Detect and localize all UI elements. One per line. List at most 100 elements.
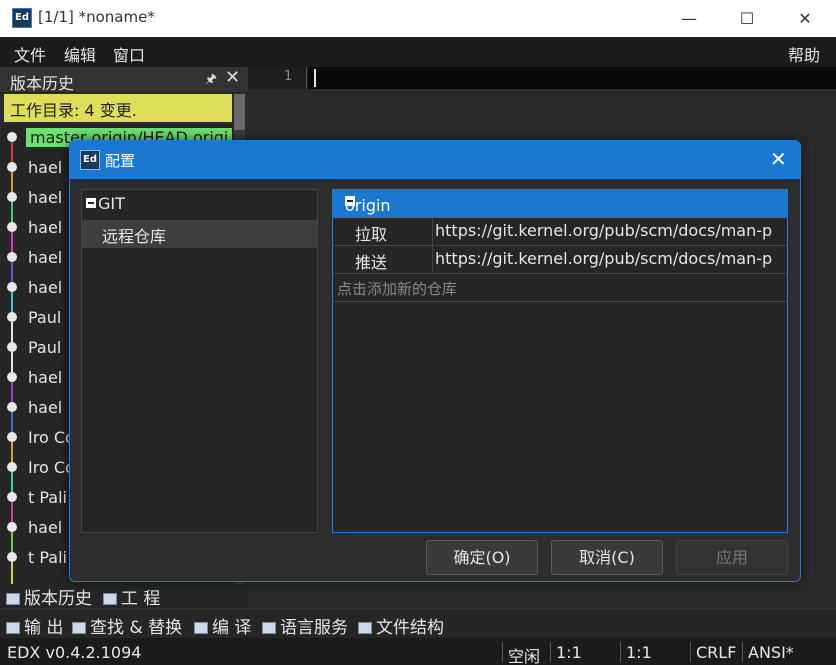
- fetch-url[interactable]: https://git.kernel.org/pub/scm/docs/man-…: [435, 221, 787, 240]
- history-scroll-thumb[interactable]: [234, 94, 245, 130]
- history-tab-icon: [6, 593, 20, 605]
- commit-dot-icon: [7, 372, 17, 382]
- workdir-status[interactable]: 工作目录: 4 变更.: [4, 94, 232, 122]
- commit-author: t Pali: [28, 548, 67, 567]
- status-divider: [742, 642, 743, 662]
- commit-author: hael: [28, 248, 63, 267]
- output-tab-icon: [6, 622, 20, 634]
- tree-node-remote-repos[interactable]: 远程仓库: [82, 220, 317, 248]
- commit-author: Paul: [28, 338, 62, 357]
- line-number: 1: [284, 69, 293, 84]
- pin-icon[interactable]: 🖈: [205, 70, 217, 92]
- fetch-row[interactable]: 拉取 https://git.kernel.org/pub/scm/docs/m…: [333, 218, 787, 246]
- status-divider: [620, 642, 621, 662]
- commit-dot-icon: [7, 492, 17, 502]
- tree-node-remote-label: 远程仓库: [102, 227, 167, 246]
- settings-tree: GIT 远程仓库: [81, 189, 318, 533]
- tab-language-service[interactable]: 语言服务: [262, 613, 348, 638]
- menu-file[interactable]: 文件: [14, 42, 46, 66]
- tree-node-git-label: GIT: [98, 194, 125, 213]
- status-divider: [550, 642, 551, 662]
- side-tabs: 版本历史 工 程: [0, 584, 248, 609]
- current-line[interactable]: [308, 67, 836, 89]
- history-panel-title: 版本历史: [10, 74, 75, 93]
- close-window-button[interactable]: ✕: [776, 0, 834, 37]
- menu-window[interactable]: 窗口: [113, 42, 145, 66]
- tab-compile[interactable]: 编 译: [194, 613, 251, 638]
- commit-dot-icon: [7, 192, 17, 202]
- status-divider: [502, 642, 503, 662]
- add-remote-placeholder[interactable]: 点击添加新的仓库: [337, 278, 457, 299]
- tab-find-replace[interactable]: 查找 & 替换: [72, 613, 182, 638]
- status-divider: [690, 642, 691, 662]
- ok-button[interactable]: 确定(O): [426, 540, 538, 575]
- push-label: 推送: [355, 253, 388, 272]
- tab-project[interactable]: 工 程: [103, 584, 160, 609]
- menu-bar: 文件 编辑 窗口 帮助: [0, 37, 836, 67]
- tab-output[interactable]: 输 出: [6, 613, 63, 638]
- structure-tab-icon: [358, 622, 372, 634]
- tab-language-label: 语言服务: [280, 618, 348, 638]
- commit-dot-icon: [7, 252, 17, 262]
- history-panel-header: 版本历史 🖈 ✕: [0, 67, 248, 93]
- tab-output-label: 输 出: [24, 618, 64, 638]
- cancel-button[interactable]: 取消(C): [551, 540, 663, 575]
- tab-compile-label: 编 译: [212, 618, 252, 638]
- dialog-title: 配置: [105, 152, 136, 170]
- language-tab-icon: [262, 622, 276, 634]
- status-version: EDX v0.4.2.1094: [7, 643, 142, 662]
- status-bar: EDX v0.4.2.1094 空闲 1:1 1:1 CRLF ANSI*: [0, 638, 836, 665]
- project-tab-icon: [103, 593, 117, 605]
- app-icon: Ed: [12, 8, 32, 28]
- status-encoding[interactable]: ANSI*: [748, 643, 794, 662]
- maximize-button[interactable]: ☐: [718, 0, 776, 37]
- menu-edit[interactable]: 编辑: [64, 42, 96, 66]
- compile-tab-icon: [194, 622, 208, 634]
- commit-author: hael: [28, 368, 63, 387]
- status-position-2: 1:1: [626, 643, 652, 662]
- tab-find-label: 查找 & 替换: [90, 618, 183, 638]
- commit-author: hael: [28, 218, 63, 237]
- dialog-close-icon[interactable]: ✕: [770, 147, 787, 171]
- commit-author: hael: [28, 158, 63, 177]
- tree-node-git[interactable]: GIT: [86, 194, 125, 213]
- close-panel-icon[interactable]: ✕: [225, 67, 240, 88]
- dialog-app-icon: Ed: [80, 150, 100, 170]
- commit-author: Iro Co: [28, 458, 75, 477]
- menu-help[interactable]: 帮助: [788, 42, 820, 66]
- remote-group-header[interactable]: origin: [333, 190, 787, 218]
- fetch-key: 拉取: [333, 218, 433, 245]
- window-title: [1/1] *noname*: [38, 8, 155, 26]
- tab-history[interactable]: 版本历史: [6, 584, 92, 609]
- commit-author: Paul: [28, 308, 62, 327]
- push-key: 推送: [333, 246, 433, 273]
- text-cursor: [314, 69, 316, 87]
- commit-dot-icon: [7, 432, 17, 442]
- apply-button[interactable]: 应用: [676, 540, 788, 575]
- push-url[interactable]: https://git.kernel.org/pub/scm/docs/man-…: [435, 249, 787, 268]
- commit-dot-icon: [7, 162, 17, 172]
- gutter-separator: [306, 67, 307, 89]
- commit-author: hael: [28, 398, 63, 417]
- minimize-button[interactable]: —: [660, 0, 718, 37]
- config-dialog: Ed 配置 ✕ GIT 远程仓库 origin 拉取 https://git.k…: [69, 140, 801, 582]
- find-tab-icon: [72, 622, 86, 634]
- push-row[interactable]: 推送 https://git.kernel.org/pub/scm/docs/m…: [333, 246, 787, 274]
- editor-gutter: [248, 67, 308, 89]
- commit-dot-icon: [7, 522, 17, 532]
- commit-author: t Pali: [28, 488, 67, 507]
- commit-author: hael: [28, 188, 63, 207]
- commit-dot-icon: [7, 222, 17, 232]
- commit-author: Iro Co: [28, 428, 75, 447]
- tab-file-structure[interactable]: 文件结构: [358, 613, 444, 638]
- fetch-label: 拉取: [355, 225, 388, 244]
- commit-dot-icon: [7, 402, 17, 412]
- commit-author: hael: [28, 278, 63, 297]
- add-remote-row[interactable]: 点击添加新的仓库: [333, 274, 787, 302]
- collapse-icon[interactable]: [86, 198, 96, 208]
- commit-dot-icon: [7, 312, 17, 322]
- commit-dot-icon: [7, 132, 17, 142]
- commit-dot-icon: [7, 342, 17, 352]
- branch-line: [11, 562, 13, 584]
- status-eol[interactable]: CRLF: [696, 643, 736, 662]
